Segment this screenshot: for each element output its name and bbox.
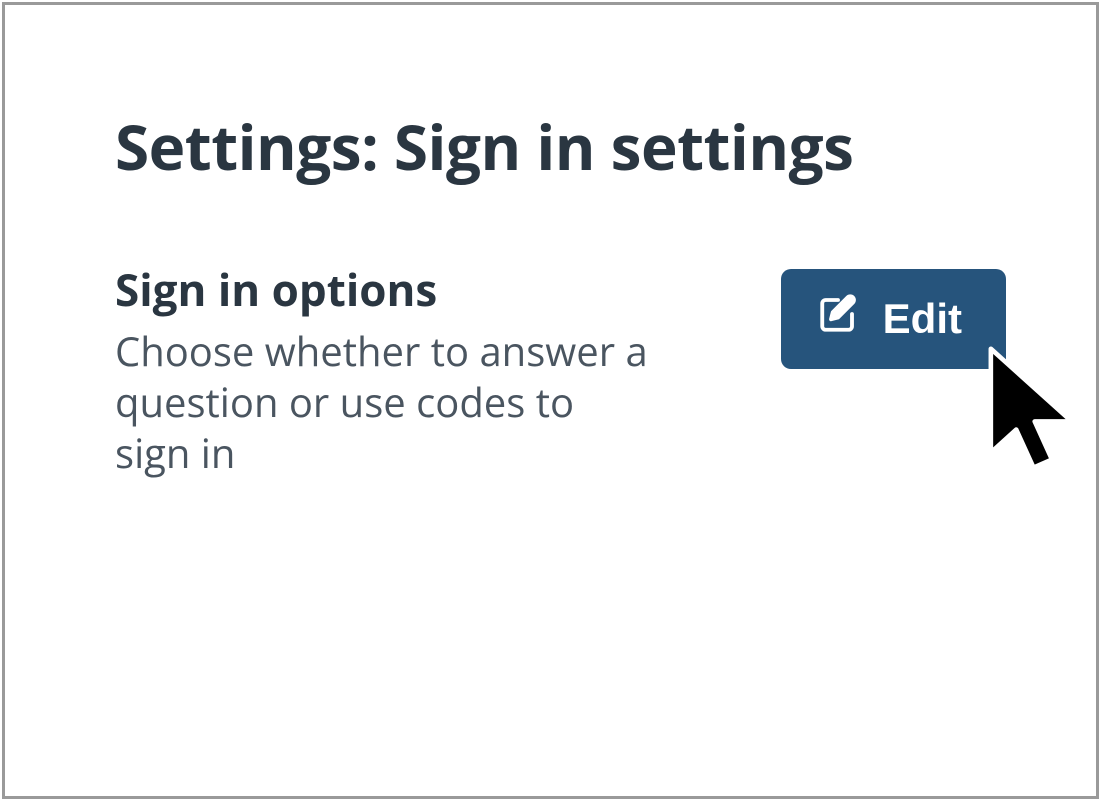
edit-button-label: Edit: [883, 295, 962, 343]
page-title: Settings: Sign in settings: [115, 105, 1006, 189]
edit-icon: [817, 293, 859, 345]
section-title: Sign in options: [115, 259, 655, 319]
settings-panel: Settings: Sign in settings Sign in optio…: [2, 2, 1099, 799]
sign-in-options-row: Sign in options Choose whether to answer…: [115, 259, 1006, 479]
section-description: Choose whether to answer a question or u…: [115, 325, 655, 479]
edit-action-container: Edit: [781, 259, 1006, 369]
edit-button[interactable]: Edit: [781, 269, 1006, 369]
sign-in-options-text: Sign in options Choose whether to answer…: [115, 259, 655, 479]
